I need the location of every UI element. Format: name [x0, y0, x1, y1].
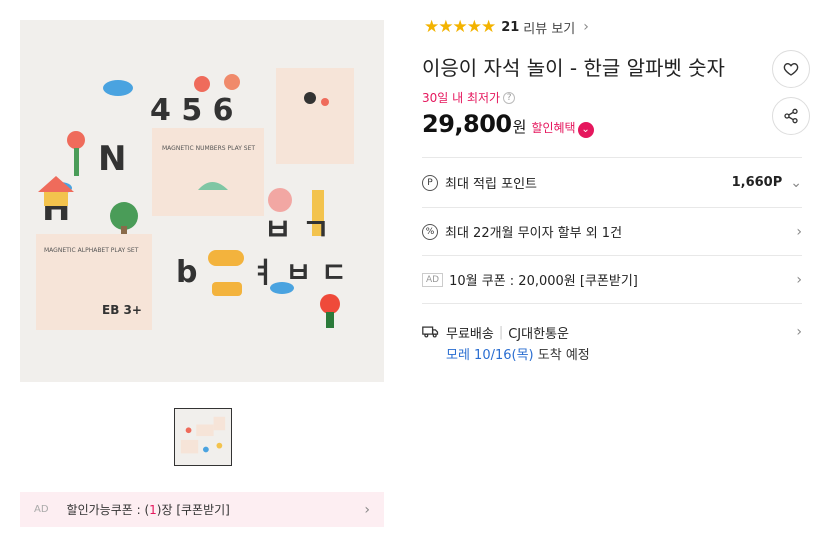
chevron-right-icon: › — [796, 271, 802, 288]
product-main-image[interactable]: 4 5 6 MAGNETIC NUMBERS PLAY SET H N MAGN… — [20, 20, 384, 382]
percent-icon: % — [422, 223, 438, 240]
chevron-right-icon: › — [364, 501, 370, 518]
product-illustration: 4 5 6 MAGNETIC NUMBERS PLAY SET H N MAGN… — [20, 20, 384, 382]
chevron-down-icon: ⌄ — [790, 174, 802, 191]
svg-text:b: b — [176, 255, 197, 290]
ad-badge: AD — [34, 504, 49, 515]
truck-icon — [422, 326, 439, 338]
installment-row[interactable]: % 최대 22개월 무이자 할부 외 1건 › — [422, 207, 802, 255]
svg-text:ㅂ ㄱ: ㅂ ㄱ — [264, 213, 330, 248]
ad-badge: AD — [422, 272, 444, 287]
chevron-right-icon: › — [796, 223, 802, 240]
chevron-right-icon: › — [796, 324, 802, 340]
price-unit: 원 — [512, 118, 527, 136]
coupon-row[interactable]: AD 10월 쿠폰 : 20,000원 [쿠폰받기] › — [422, 255, 802, 303]
lowest-price-text: 30일 내 최저가 — [422, 91, 501, 105]
share-icon — [784, 108, 798, 124]
chevron-down-icon[interactable]: ⌄ — [577, 122, 594, 138]
divider: | — [498, 324, 504, 340]
rating-summary[interactable]: ★★★★★ 21 리뷰 보기 › — [424, 17, 589, 37]
coupon-row-label: 10월 쿠폰 : 20,000원 [쿠폰받기] — [449, 274, 638, 289]
carrier-name: CJ대한통운 — [508, 326, 569, 342]
svg-text:MAGNETIC ALPHABET PLAY SET: MAGNETIC ALPHABET PLAY SET — [44, 247, 139, 254]
chevron-right-icon: › — [583, 19, 589, 35]
heart-icon — [783, 62, 799, 76]
shipping-row[interactable]: 무료배송 | CJ대한통운 › 모레 10/16(목) 도착 예정 — [422, 303, 802, 373]
svg-text:N: N — [98, 139, 126, 179]
product-title: 이응이 자석 놀이 - 한글 알파벳 숫자 — [422, 56, 725, 80]
delivery-date-value: 모레 10/16(목) — [446, 348, 534, 363]
lowest-price-label: 30일 내 최저가 ? — [422, 89, 516, 106]
coupon-label-a: 할인가능쿠폰 : ( — [66, 503, 150, 517]
point-icon: P — [422, 174, 438, 191]
discount-coupon-bar[interactable]: AD 할인가능쿠폰 : ( 1 )장 [쿠폰받기] › — [20, 492, 384, 527]
review-count: 21 — [501, 19, 520, 35]
product-thumbnail[interactable] — [174, 408, 232, 466]
installment-label: 최대 22개월 무이자 할부 외 1건 — [445, 226, 623, 241]
price-row: 29,800 원 할인혜택 ⌄ — [422, 110, 594, 138]
svg-text:MAGNETIC NUMBERS PLAY SET: MAGNETIC NUMBERS PLAY SET — [162, 145, 255, 152]
review-link[interactable]: 리뷰 보기 — [523, 18, 575, 37]
svg-text:EB 3+: EB 3+ — [102, 303, 142, 317]
points-row[interactable]: P 최대 적립 포인트 1,660P ⌄ — [422, 157, 802, 207]
thumbnail-image — [177, 411, 229, 463]
star-rating-icon: ★★★★★ — [424, 17, 496, 37]
question-icon[interactable]: ? — [503, 91, 516, 104]
points-label: 최대 적립 포인트 — [445, 177, 537, 192]
product-price: 29,800 — [422, 110, 512, 138]
svg-text:4 5 6: 4 5 6 — [150, 93, 234, 128]
free-shipping-label: 무료배송 — [446, 326, 494, 342]
share-button[interactable] — [772, 97, 810, 135]
points-value: 1,660P — [731, 175, 783, 190]
discount-benefit-link[interactable]: 할인혜택 — [531, 119, 575, 136]
delivery-date-suffix: 도착 예정 — [537, 348, 590, 363]
coupon-qty: 1 — [149, 502, 157, 517]
coupon-label-b: )장 [쿠폰받기] — [156, 503, 230, 517]
delivery-date: 모레 10/16(목) 도착 예정 — [446, 344, 590, 363]
wishlist-button[interactable] — [772, 50, 810, 88]
svg-text:ㅕ ㅂ ㄷ: ㅕ ㅂ ㄷ — [250, 256, 347, 289]
